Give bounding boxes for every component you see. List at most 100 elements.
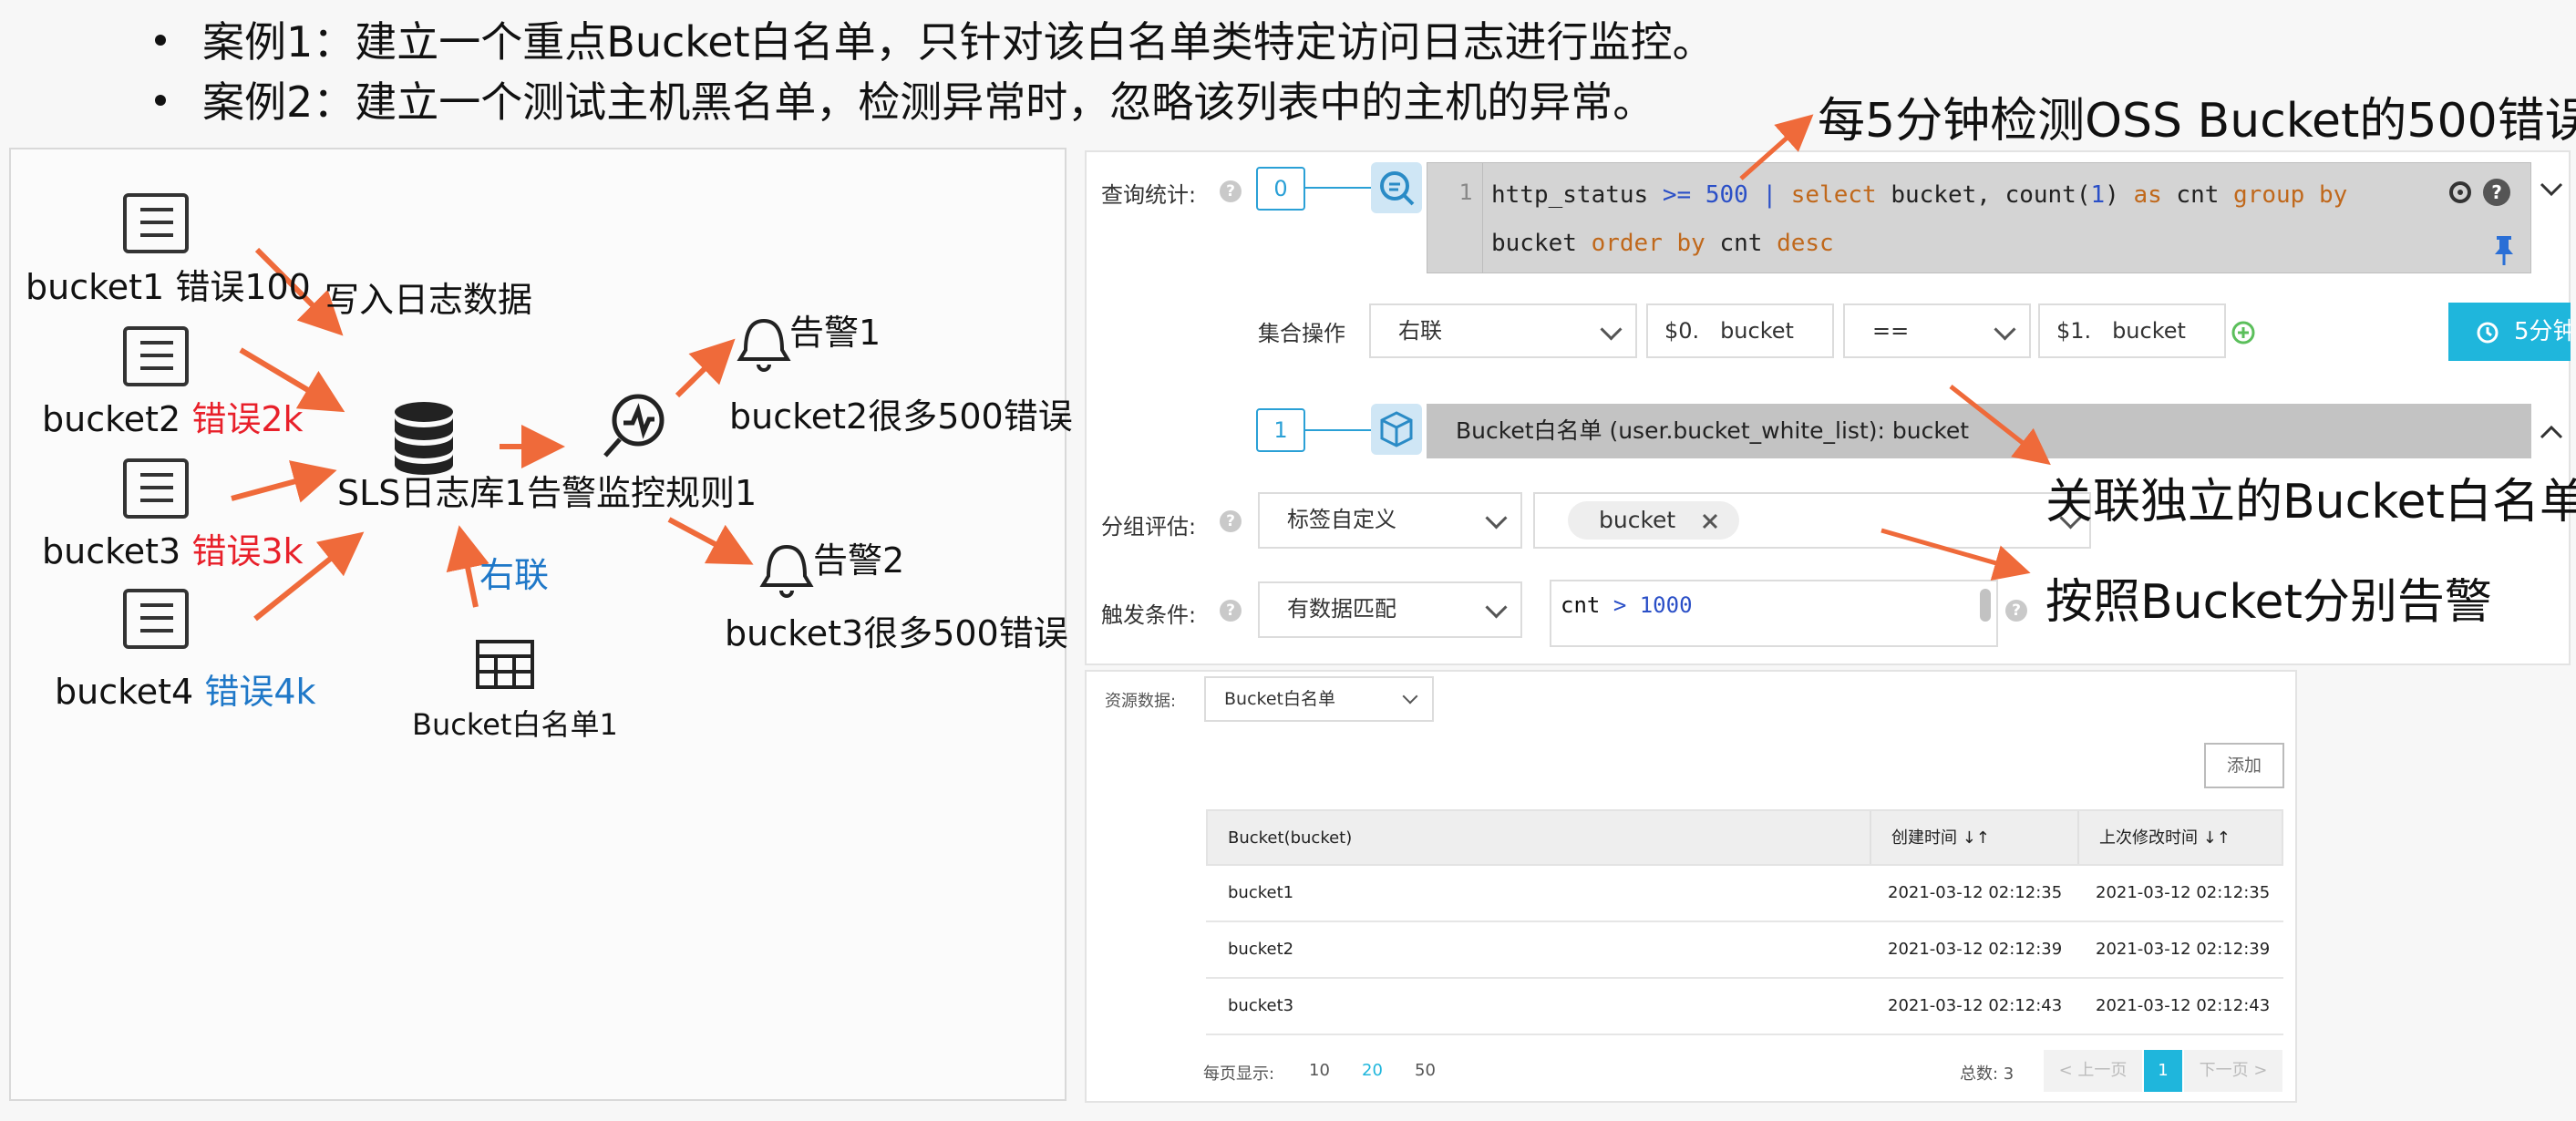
field-value: bucket	[1720, 318, 1794, 344]
col-created[interactable]: 创建时间 ↓↑	[1891, 811, 1990, 866]
server-icon	[123, 589, 189, 649]
bullet-dot	[155, 94, 166, 106]
chevron-down-icon	[1600, 318, 1623, 341]
code-token: group by	[2233, 181, 2348, 209]
table-row[interactable]: bucket2 2021-03-12 02:12:39 2021-03-12 0…	[1206, 922, 2283, 979]
total-count: 总数: 3	[1960, 1064, 2014, 1084]
bucket-name: bucket4	[55, 672, 194, 712]
schedule-label: 5分钟	[2514, 318, 2571, 345]
query-chart-icon[interactable]	[1371, 162, 1422, 213]
right-field-input[interactable]: $1. bucket	[2038, 303, 2226, 358]
collapse-chevron-up-icon[interactable]	[2538, 421, 2565, 443]
annotation-top: 每5分钟检测OSS Bucket的500错误	[1818, 94, 2576, 149]
table-icon	[476, 640, 534, 689]
code-token: http_status	[1491, 181, 1649, 209]
code-token: count(	[2004, 181, 2091, 209]
server-icon	[123, 326, 189, 386]
cube-glyph	[1380, 411, 1413, 447]
col-modified[interactable]: 上次修改时间 ↓↑	[2099, 811, 2231, 866]
help-icon[interactable]: ?	[1220, 600, 1242, 622]
cell-modified: 2021-03-12 02:12:39	[2096, 940, 2271, 959]
resource-select-value: Bucket白名单	[1224, 689, 1335, 709]
query-chart-glyph	[1380, 171, 1415, 206]
bucket-error: 错误3k	[191, 531, 304, 571]
expr-operator: >	[1613, 592, 1627, 618]
column-divider	[1870, 811, 1871, 864]
scrollbar[interactable]	[1980, 589, 1991, 622]
set-op-select[interactable]: 右联	[1369, 303, 1637, 358]
next-page-button[interactable]: 下一页 >	[2184, 1050, 2282, 1092]
col-bucket[interactable]: Bucket(bucket)	[1228, 811, 1352, 866]
schedule-button[interactable]: 5分钟	[2448, 303, 2571, 361]
annotation-arrow	[1880, 528, 2031, 581]
current-page[interactable]: 1	[2144, 1050, 2182, 1092]
monitor-search-icon	[603, 394, 665, 458]
code-token: as	[2133, 181, 2162, 209]
cell-bucket: bucket3	[1228, 996, 1294, 1015]
trigger-label: 触发条件:	[1101, 602, 1197, 628]
bell-icon	[737, 318, 791, 372]
bell-icon	[759, 544, 814, 598]
annotation-whitelist: 关联独立的Bucket白名单	[2045, 475, 2576, 530]
bucket-name: bucket3	[42, 531, 181, 571]
code-token: bucket	[1491, 230, 1577, 257]
operator-select[interactable]: ==	[1843, 303, 2031, 358]
collapse-chevron-icon[interactable]	[2538, 179, 2565, 201]
bullet-dot	[155, 34, 166, 46]
cell-bucket: bucket1	[1228, 883, 1294, 902]
resource-index[interactable]: 1	[1256, 408, 1305, 452]
whitelist-label: Bucket白名单1	[412, 707, 618, 742]
architecture-diagram: bucket1 错误100 bucket2 错误2k bucket3 错误3k …	[9, 148, 1073, 1101]
chevron-down-icon	[1402, 688, 1418, 704]
left-field-input[interactable]: $0. bucket	[1646, 303, 1834, 358]
add-button[interactable]: 添加	[2204, 743, 2284, 788]
add-circle-icon[interactable]	[2230, 319, 2257, 346]
table-header: Bucket(bucket) 创建时间 ↓↑ 上次修改时间 ↓↑	[1206, 809, 2283, 866]
pin-icon[interactable]	[2492, 234, 2516, 267]
query-label: 查询统计:	[1101, 182, 1197, 208]
help-icon[interactable]: ?	[1220, 510, 1242, 532]
editor-tools: ?	[2449, 179, 2510, 206]
bucket1-label: bucket1 错误100	[26, 259, 311, 309]
group-mode-select[interactable]: 标签自定义	[1258, 492, 1522, 549]
cell-created: 2021-03-12 02:12:43	[1888, 996, 2063, 1015]
bullet-case1: 案例1：建立一个重点Bucket白名单，只针对该白名单类特定访问日志进行监控。	[155, 9, 1715, 69]
resource-cube-icon[interactable]	[1371, 404, 1422, 455]
cell-modified: 2021-03-12 02:12:35	[2096, 883, 2271, 902]
page-size-10[interactable]: 10	[1309, 1061, 1330, 1080]
line-number: 1	[1458, 180, 1473, 205]
code-token: )	[2105, 181, 2119, 209]
code-token: >=	[1662, 181, 1692, 209]
resource-select[interactable]: Bucket白名单	[1204, 676, 1434, 722]
close-icon[interactable]	[1701, 512, 1719, 530]
chevron-down-icon	[1994, 318, 2016, 341]
database-icon	[395, 402, 453, 475]
trigger-mode-value: 有数据匹配	[1287, 596, 1396, 622]
help-icon[interactable]: ?	[1220, 180, 1242, 202]
page-size-20[interactable]: 20	[1362, 1061, 1383, 1080]
table-row[interactable]: bucket1 2021-03-12 02:12:35 2021-03-12 0…	[1206, 866, 2283, 922]
trigger-expression-input[interactable]: cnt > 1000	[1550, 580, 1998, 647]
field-prefix: $0.	[1664, 318, 1700, 344]
cell-created: 2021-03-12 02:12:39	[1888, 940, 2063, 959]
bucket3-label: bucket3 错误3k	[42, 523, 304, 573]
expr-value: 1000	[1639, 592, 1693, 618]
cell-modified: 2021-03-12 02:12:43	[2096, 996, 2271, 1015]
bullet-text: 案例1：建立一个重点Bucket白名单，只针对该白名单类特定访问日志进行监控。	[202, 17, 1715, 67]
code-line-2: bucket order by cnt desc	[1491, 230, 1834, 257]
query-index[interactable]: 0	[1256, 167, 1305, 211]
table-row[interactable]: bucket3 2021-03-12 02:12:43 2021-03-12 0…	[1206, 979, 2283, 1035]
page-size-label: 每页显示:	[1203, 1064, 1275, 1084]
help-icon[interactable]: ?	[2005, 600, 2027, 622]
code-token: cnt	[1719, 230, 1763, 257]
group-tag[interactable]: bucket	[1568, 501, 1740, 540]
set-op-label: 集合操作	[1258, 321, 1345, 346]
field-prefix: $1.	[2056, 318, 2092, 344]
page-size-50[interactable]: 50	[1415, 1061, 1436, 1080]
prev-page-button[interactable]: < 上一页	[2044, 1050, 2142, 1092]
svg-text:?: ?	[2491, 181, 2502, 203]
alert1-label: 告警1	[789, 313, 881, 353]
cell-bucket: bucket2	[1228, 940, 1294, 959]
trigger-mode-select[interactable]: 有数据匹配	[1258, 581, 1522, 638]
alert2-label: 告警2	[813, 540, 905, 581]
